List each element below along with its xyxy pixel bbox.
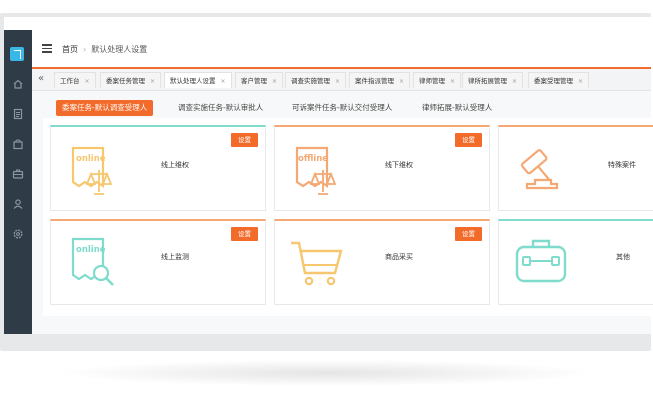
tab-workbench[interactable]: 工作台 × xyxy=(54,72,96,88)
close-icon[interactable]: × xyxy=(85,78,90,85)
card-title: 商品采买 xyxy=(385,253,413,261)
settings-icon[interactable] xyxy=(12,228,24,240)
breadcrumb-home[interactable]: 首页 xyxy=(62,45,78,54)
bag-icon[interactable] xyxy=(12,138,24,150)
offline-document-scales-icon: offline xyxy=(295,146,337,195)
subtab-entrust-default[interactable]: 委案任务-默认调查受理人 xyxy=(56,100,154,116)
card-title: 特殊案件 xyxy=(608,161,636,169)
tab-firm-expansion[interactable]: 律所拓展管理 × xyxy=(462,72,524,88)
menu-toggle-icon[interactable] xyxy=(42,44,52,53)
online-document-search-icon: online xyxy=(71,237,114,286)
card-online-monitoring[interactable]: online 线上监测 设置 xyxy=(50,219,266,305)
tab-label: 律所拓展管理 xyxy=(468,77,507,85)
breadcrumb: 首页 › 默认处理人设置 xyxy=(62,44,147,55)
sub-tabs: 委案任务-默认调查受理人 调查实施任务-默认审批人 可诉案件任务-默认交付受理人… xyxy=(48,98,651,118)
settings-button[interactable]: 设置 xyxy=(231,227,258,241)
tab-label: 委案受理管理 xyxy=(534,77,573,85)
breadcrumb-current: 默认处理人设置 xyxy=(91,45,148,54)
sidebar xyxy=(4,30,32,334)
close-icon[interactable]: × xyxy=(221,78,226,85)
card-title: 线上维权 xyxy=(161,161,189,169)
subtab-litigation-delivery[interactable]: 可诉案件任务-默认交付受理人 xyxy=(286,100,398,116)
settings-button[interactable]: 设置 xyxy=(455,133,482,147)
close-icon[interactable]: × xyxy=(512,78,517,85)
drop-shadow xyxy=(62,360,590,386)
document-icon[interactable] xyxy=(12,108,24,120)
close-icon[interactable]: × xyxy=(335,78,340,85)
subtab-investigation-approver[interactable]: 调查实施任务-默认审批人 xyxy=(172,100,269,116)
tab-label: 客户管理 xyxy=(241,77,267,85)
tab-label: 调查实施管理 xyxy=(291,77,330,85)
home-icon[interactable] xyxy=(12,78,24,90)
window-top xyxy=(4,17,651,30)
icon-text: online xyxy=(76,245,106,255)
card-title: 线上监测 xyxy=(161,253,189,261)
settings-button[interactable]: 设置 xyxy=(231,133,258,147)
tab-case-assign[interactable]: 案件指派管理 × xyxy=(349,72,411,88)
app-logo xyxy=(10,47,24,61)
tab-entrust-accept[interactable]: 委案受理管理 × xyxy=(528,72,590,88)
briefcase-icon[interactable] xyxy=(12,168,24,180)
card-purchasing[interactable]: 商品采买 设置 xyxy=(274,219,490,305)
card-special-cases[interactable]: 特殊案件 xyxy=(498,125,653,211)
icon-text: offline xyxy=(298,154,328,164)
tab-label: 委案任务管理 xyxy=(106,77,145,85)
close-icon[interactable]: × xyxy=(450,78,455,85)
gavel-icon xyxy=(520,149,559,190)
cards-panel: online 线上维权 设置 offline 线下维权 设置 特殊案件 onli… xyxy=(43,118,653,316)
shopping-cart-icon xyxy=(291,241,343,286)
card-title: 线下维权 xyxy=(385,161,413,169)
close-icon[interactable]: × xyxy=(578,78,583,85)
tab-customers[interactable]: 客户管理 × xyxy=(235,72,284,88)
card-title: 其他 xyxy=(616,253,630,261)
settings-button[interactable]: 设置 xyxy=(455,227,482,241)
tab-entrust-tasks[interactable]: 委案任务管理 × xyxy=(100,72,162,88)
tab-label: 案件指派管理 xyxy=(355,77,394,85)
tab-label: 工作台 xyxy=(60,77,80,85)
card-offline-rights[interactable]: offline 线下维权 设置 xyxy=(274,125,490,211)
tab-investigation[interactable]: 调查实施管理 × xyxy=(285,72,347,88)
user-icon[interactable] xyxy=(12,198,24,210)
icon-text: online xyxy=(76,154,106,164)
card-online-rights[interactable]: online 线上维权 设置 xyxy=(50,125,266,211)
card-other[interactable]: 其他 xyxy=(498,219,653,305)
close-icon[interactable]: × xyxy=(272,78,277,85)
tab-label: 律师管理 xyxy=(419,77,445,85)
toolbox-icon xyxy=(515,239,567,283)
tab-lawyers[interactable]: 律师管理 × xyxy=(413,72,462,88)
tab-scroll-left-icon[interactable]: « xyxy=(38,73,44,85)
close-icon[interactable]: × xyxy=(150,78,155,85)
tab-default-handler[interactable]: 默认处理人设置 × xyxy=(164,72,232,88)
close-icon[interactable]: × xyxy=(399,78,404,85)
online-document-scales-icon: online xyxy=(71,146,113,195)
breadcrumb-separator: › xyxy=(83,45,87,54)
subtab-lawyer-expansion[interactable]: 律师拓展-默认受理人 xyxy=(416,100,498,116)
top-header: 首页 › 默认处理人设置 xyxy=(32,30,651,69)
tab-label: 默认处理人设置 xyxy=(170,77,216,85)
tab-bar: « 工作台 × 委案任务管理 × 默认处理人设置 × 客户管理 × 调查实施管理 × 案件… xyxy=(32,69,651,91)
